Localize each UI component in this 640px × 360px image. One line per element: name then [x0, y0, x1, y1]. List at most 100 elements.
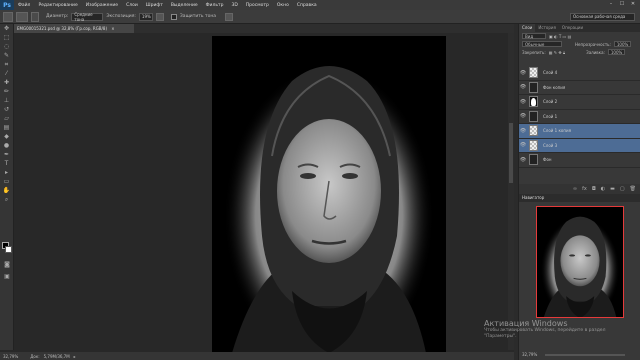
- navigator-view-box[interactable]: [536, 206, 624, 318]
- navigator-zoom[interactable]: 32,79%: [522, 352, 537, 357]
- tab-history[interactable]: История: [535, 24, 559, 32]
- link-layers-icon[interactable]: ∞: [573, 186, 577, 192]
- blend-mode-select[interactable]: Обычные: [522, 41, 562, 47]
- portrait-image: [212, 36, 446, 353]
- pen-tool-icon[interactable]: ✒: [2, 151, 12, 159]
- visibility-eye-icon[interactable]: 👁︎: [519, 128, 527, 134]
- blur-tool-icon[interactable]: ◆: [2, 133, 12, 141]
- watermark-title: Активация Windows: [484, 319, 568, 328]
- menu-help[interactable]: Справка: [293, 3, 321, 8]
- lock-label: Закрепить:: [522, 49, 546, 55]
- menu-filter[interactable]: Фильтр: [202, 3, 228, 8]
- screen-mode-icon[interactable]: ▣: [2, 273, 12, 281]
- visibility-eye-icon[interactable]: 👁︎: [519, 142, 527, 148]
- document-tab-close-icon[interactable]: ×: [111, 26, 114, 31]
- status-doc-size: 5,79M/36,7M: [43, 353, 70, 359]
- menu-3d[interactable]: 3D: [227, 3, 241, 8]
- menu-layer[interactable]: Слои: [122, 3, 142, 8]
- visibility-eye-icon[interactable]: 👁︎: [519, 70, 527, 76]
- dodge-tool-preset-icon[interactable]: [3, 11, 13, 22]
- toolbox: ✥ ⬚ ◌ ✎ ⌗ ⁄ ✚ ✏ ⊥ ↺ ▱ ▤ ◆ ● ✒ T ▸ ▭ ✋ ⌕ …: [0, 24, 14, 350]
- background-color-swatch[interactable]: [5, 246, 12, 253]
- move-tool-icon[interactable]: ✥: [2, 25, 12, 33]
- exposure-field[interactable]: 19%: [138, 12, 153, 21]
- add-mask-icon[interactable]: ◘: [592, 186, 596, 192]
- visibility-eye-icon[interactable]: 👁︎: [519, 157, 527, 163]
- close-icon[interactable]: ✕: [630, 1, 636, 7]
- menu-window[interactable]: Окно: [273, 3, 293, 8]
- maximize-icon[interactable]: ☐: [619, 1, 625, 7]
- lasso-tool-icon[interactable]: ◌: [2, 43, 12, 51]
- visibility-eye-icon[interactable]: 👁︎: [519, 84, 527, 90]
- path-select-tool-icon[interactable]: ▸: [2, 169, 12, 177]
- quick-select-tool-icon[interactable]: ✎: [2, 52, 12, 60]
- menu-image[interactable]: Изображение: [82, 3, 122, 8]
- brush-panel-icon[interactable]: [31, 11, 39, 22]
- layer-row[interactable]: 👁︎ Фон копия: [519, 81, 640, 95]
- document-tab[interactable]: EMG00015321.psd @ 32,8% (Гр.сор, RGB/8) …: [14, 24, 134, 33]
- opacity-field[interactable]: 100%: [613, 41, 632, 47]
- quick-mask-icon[interactable]: ◙: [2, 261, 12, 269]
- status-arrow-icon[interactable]: ▸: [74, 354, 76, 359]
- pressure-icon[interactable]: [225, 12, 234, 21]
- menu-type[interactable]: Шрифт: [142, 3, 167, 8]
- menu-file[interactable]: Файл: [14, 3, 34, 8]
- menu-edit[interactable]: Редактирование: [34, 3, 81, 8]
- new-group-icon[interactable]: ▬: [610, 186, 615, 192]
- layer-row[interactable]: 👁︎ Слой 1 копия: [519, 124, 640, 139]
- layer-name: Слой 4: [543, 70, 558, 76]
- shape-tool-icon[interactable]: ▭: [2, 178, 12, 186]
- filter-icons[interactable]: ▣ ◐ T ▭ ▤: [549, 34, 571, 39]
- dodge-tool-icon[interactable]: ●: [2, 142, 12, 150]
- fx-icon[interactable]: fx: [582, 186, 587, 192]
- document-tab-bar: EMG00015321.psd @ 32,8% (Гр.сор, RGB/8) …: [14, 24, 514, 33]
- scrollbar-thumb[interactable]: [509, 123, 513, 183]
- gradient-tool-icon[interactable]: ▤: [2, 124, 12, 132]
- document-photo[interactable]: [212, 36, 446, 353]
- menu-view[interactable]: Просмотр: [242, 3, 273, 8]
- navigator-title[interactable]: Навигатор: [519, 194, 640, 202]
- protect-tones-checkbox[interactable]: [170, 13, 177, 20]
- eraser-tool-icon[interactable]: ▱: [2, 115, 12, 123]
- layer-row[interactable]: 👁︎ Слой 2: [519, 95, 640, 110]
- lock-icons[interactable]: ▦ ✎ ✥ 🔒︎: [549, 50, 565, 55]
- status-zoom[interactable]: 32,79%: [3, 354, 18, 359]
- zoom-tool-icon[interactable]: ⌕: [2, 196, 12, 204]
- type-tool-icon[interactable]: T: [2, 160, 12, 168]
- fill-field[interactable]: 100%: [607, 49, 626, 55]
- photoshop-logo: Ps: [0, 0, 14, 10]
- navigator-thumbnail[interactable]: [536, 206, 624, 323]
- layer-thumbnail: [529, 139, 538, 151]
- brush-size-picker[interactable]: [16, 11, 28, 22]
- minimize-icon[interactable]: –: [608, 1, 614, 7]
- options-bar: Диаметр: Средние тона Экспозиция: 19% За…: [0, 10, 640, 24]
- layer-row[interactable]: 👁︎ Слой 1: [519, 110, 640, 124]
- range-select[interactable]: Средние тона: [71, 12, 104, 22]
- visibility-eye-icon[interactable]: 👁︎: [519, 113, 527, 119]
- crop-tool-icon[interactable]: ⌗: [2, 61, 12, 69]
- tab-layers[interactable]: Слои: [519, 24, 536, 32]
- layer-row[interactable]: 👁︎ Фон: [519, 153, 640, 168]
- workspace-select[interactable]: Основная рабочая среда: [570, 13, 635, 21]
- menu-select[interactable]: Выделение: [167, 3, 202, 8]
- brush-tool-icon[interactable]: ✏: [2, 88, 12, 96]
- layers-panel-tabs: Слои История Операции: [519, 24, 640, 32]
- navigator-zoom-slider[interactable]: [545, 354, 625, 356]
- layer-name: Фон: [543, 157, 552, 163]
- visibility-eye-icon[interactable]: 👁︎: [519, 99, 527, 105]
- marquee-tool-icon[interactable]: ⬚: [2, 34, 12, 42]
- airbrush-icon[interactable]: [155, 12, 164, 21]
- trash-icon[interactable]: 🗑︎: [630, 186, 636, 192]
- new-layer-icon[interactable]: ▢: [620, 186, 625, 192]
- clone-stamp-tool-icon[interactable]: ⊥: [2, 97, 12, 105]
- eyedropper-tool-icon[interactable]: ⁄: [2, 70, 12, 78]
- tab-actions[interactable]: Операции: [559, 24, 586, 32]
- hand-tool-icon[interactable]: ✋: [2, 187, 12, 195]
- layer-row[interactable]: 👁︎ Слой 4: [519, 66, 640, 81]
- layer-kind-select[interactable]: Вид: [522, 33, 546, 39]
- layer-row[interactable]: 👁︎ Слой 3: [519, 138, 640, 153]
- healing-tool-icon[interactable]: ✚: [2, 79, 12, 87]
- history-brush-tool-icon[interactable]: ↺: [2, 106, 12, 114]
- adjustment-layer-icon[interactable]: ◐: [601, 186, 605, 192]
- layer-name: Слой 1: [543, 113, 558, 119]
